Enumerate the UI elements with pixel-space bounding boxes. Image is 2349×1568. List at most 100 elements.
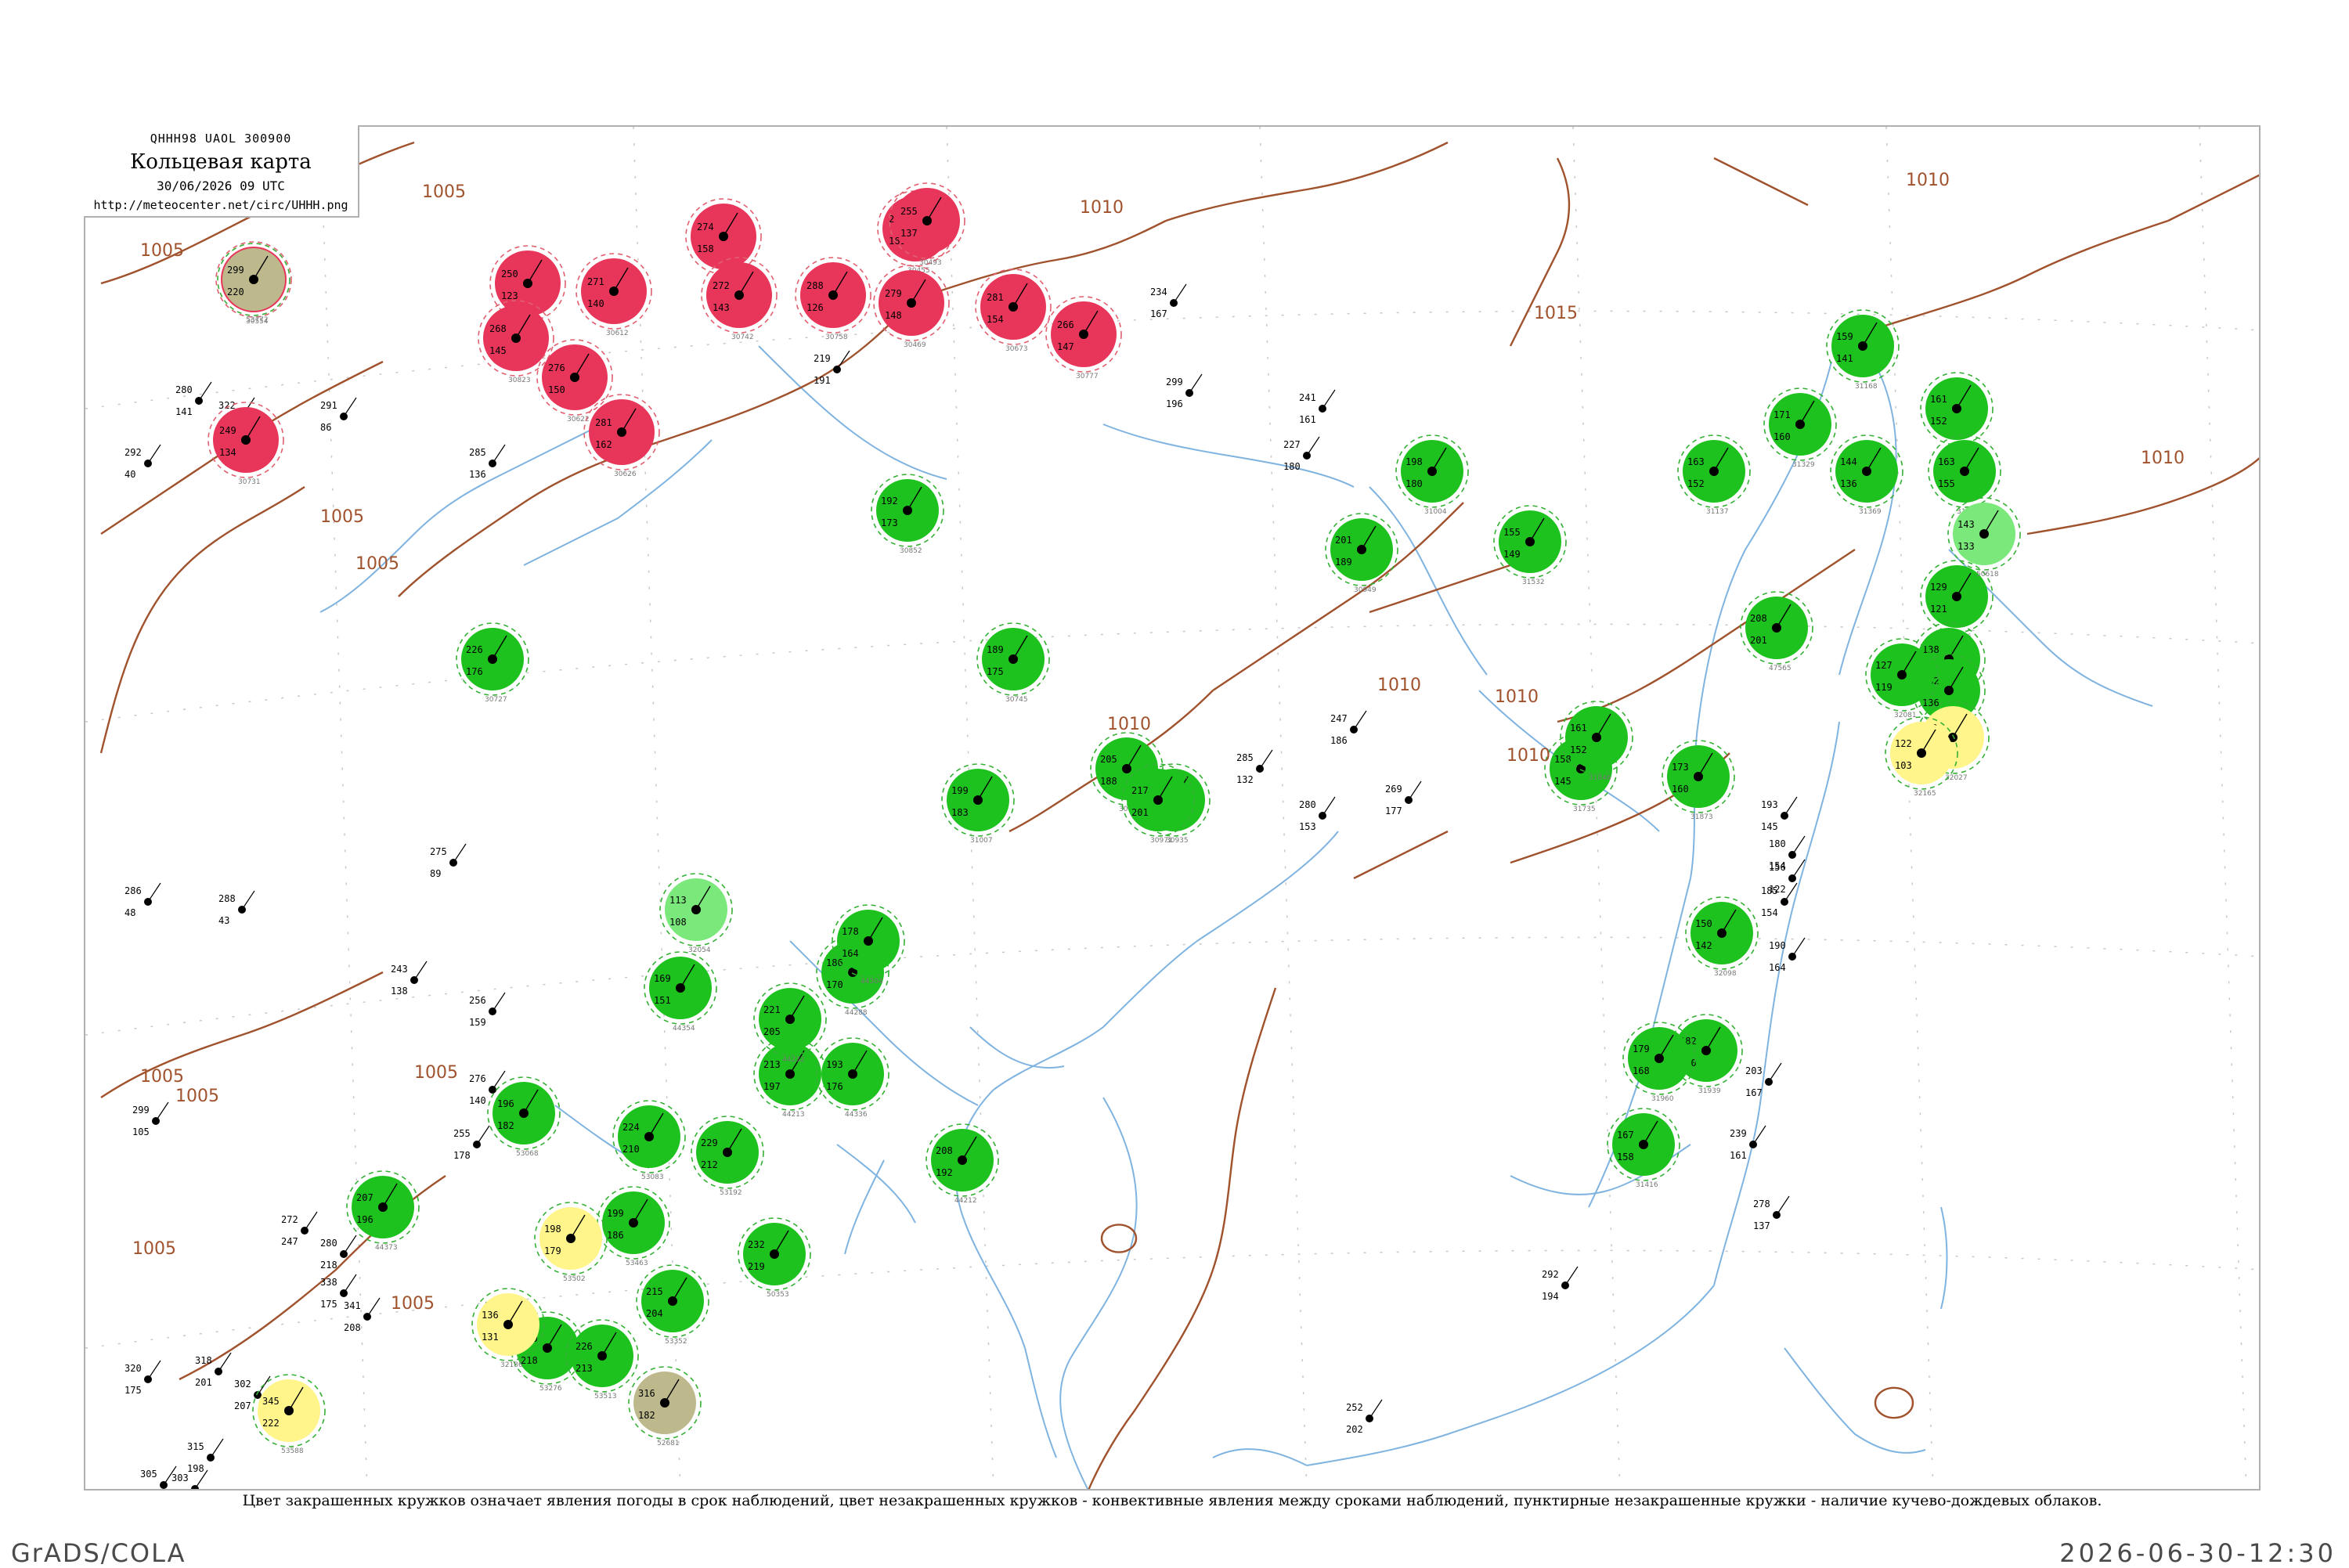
station-temp: 193 (826, 1059, 843, 1070)
station-index: 31939 (1698, 1087, 1721, 1095)
station-dewpoint: 143 (713, 302, 730, 313)
station-temp: 250 (501, 269, 518, 279)
station-dewpoint: 219 (748, 1261, 765, 1272)
station-plot-rain: 201 189 30949 (1325, 513, 1398, 594)
station-temp: 217 (1131, 785, 1149, 796)
station-plot: 241 161 (1299, 389, 1336, 425)
station-dewpoint: 207 (234, 1400, 251, 1411)
station-temp: 203 (1745, 1065, 1763, 1076)
station-temp: 281 (595, 417, 612, 428)
coastline-segment (1306, 1285, 1715, 1466)
plain-station-plots: 2801412758925615927614024313826512425517… (124, 283, 1806, 1489)
station-temp: 173 (1672, 762, 1689, 773)
station-dewpoint: 89 (430, 868, 441, 879)
station-dewpoint: 108 (669, 917, 687, 928)
station-dewpoint: 173 (881, 517, 898, 528)
isobar-label: 1010 (1506, 746, 1550, 766)
station-dewpoint: 168 (1633, 1065, 1650, 1076)
map-canvas: 2801412758925615927614024313826512425517… (85, 127, 2259, 1489)
station-temp: 198 (1405, 456, 1423, 467)
bulletin-code: QHHH98 UAOL 300900 (150, 132, 292, 146)
station-plot: 269 177 (1385, 780, 1422, 816)
station-dewpoint: 186 (607, 1230, 624, 1241)
station-dewpoint: 213 (576, 1363, 593, 1374)
station-plot: 286 48 (124, 882, 161, 918)
render-timestamp: 2026-06-30-12:30 (2059, 1538, 2336, 1568)
station-plot-rain: 198 180 31004 (1395, 434, 1469, 516)
station-dewpoint: 201 (1750, 635, 1767, 646)
station-dewpoint: 103 (1895, 760, 1912, 771)
station-index: 53192 (720, 1189, 742, 1197)
station-plot: 292 194 (1542, 1266, 1579, 1302)
wind-barb (492, 992, 506, 1012)
station-dewpoint: 105 (132, 1126, 150, 1137)
isobar-label: 1005 (355, 554, 399, 574)
station-temp: 274 (697, 222, 714, 232)
wind-barb (1322, 796, 1336, 816)
station-temp: 226 (576, 1341, 593, 1352)
station-plot: 299 105 (132, 1101, 169, 1137)
station-temp: 144 (1840, 456, 1857, 467)
station-temp: 178 (842, 926, 859, 937)
station-plot: 193 145 (1761, 796, 1798, 832)
station-plot-rain: 196 182 53068 (487, 1076, 561, 1158)
station-index: 31007 (970, 837, 993, 845)
station-dewpoint: 160 (1672, 784, 1689, 795)
coastline-segment (969, 1026, 1065, 1069)
station-temp: 201 (1335, 535, 1352, 546)
station-plot-thunderstorm: 249 134 30731 (207, 402, 284, 486)
station-dewpoint: 197 (763, 1081, 781, 1092)
station-temp: 302 (234, 1379, 251, 1390)
station-temp: 276 (548, 362, 565, 373)
legend-note: Цвет закрашенных кружков означает явлени… (242, 1492, 2102, 1509)
station-temp: 171 (1773, 409, 1791, 420)
station-temp: 318 (195, 1355, 212, 1366)
wind-barb (413, 961, 428, 981)
station-plot: 239 161 (1730, 1125, 1766, 1161)
station-temp: 288 (218, 893, 236, 904)
station-temp: 198 (544, 1224, 561, 1235)
station-index: 30731 (238, 478, 261, 486)
station-plot: 219 191 (814, 350, 850, 386)
station-dewpoint: 196 (356, 1214, 373, 1225)
station-plot: 180 154 (1769, 835, 1806, 871)
station-dewpoint: 164 (1769, 962, 1786, 973)
isobar-label: 1010 (1080, 198, 1124, 218)
station-temp: 136 (482, 1310, 499, 1321)
isobar-line (1211, 987, 1277, 1271)
station-temp: 266 (1057, 319, 1074, 330)
station-dewpoint: 86 (320, 422, 331, 433)
station-plot: 252 202 (1346, 1399, 1383, 1435)
station-plot-rain: 215 204 53352 (636, 1264, 709, 1346)
station-index: 30949 (1354, 586, 1377, 594)
wind-barb (1792, 835, 1806, 856)
isobar-label: 1005 (140, 1067, 184, 1087)
station-dewpoint: 183 (951, 807, 969, 818)
wind-barb (1259, 749, 1273, 770)
station-plot-rain: 207 196 44373 (346, 1170, 420, 1252)
station-dewpoint: 160 (1773, 431, 1791, 442)
station-temp: 185 (1761, 885, 1778, 896)
station-index: 31329 (1792, 461, 1815, 469)
station-plot-rain: 173 160 31873 (1662, 740, 1735, 821)
station-index: 50353 (767, 1291, 789, 1299)
station-index: 31873 (1690, 813, 1713, 821)
station-temp: 167 (1617, 1130, 1634, 1141)
station-index: 30852 (900, 547, 922, 555)
station-plot-rain: 208 192 44212 (926, 1123, 999, 1205)
station-dewpoint: 192 (936, 1167, 953, 1178)
station-index: 30742 (731, 333, 754, 341)
grads-credit: GrADS/COLA (11, 1538, 186, 1568)
station-temp: 161 (1570, 723, 1587, 734)
station-temp: 280 (175, 384, 193, 395)
station-dewpoint: 182 (497, 1120, 514, 1131)
wind-barb (1189, 373, 1203, 394)
station-dewpoint: 201 (1131, 807, 1149, 818)
station-plot: 227 180 (1283, 436, 1320, 472)
station-dewpoint: 43 (218, 915, 229, 926)
station-dewpoint: 159 (469, 1017, 486, 1028)
station-plot-thunderstorm: 266 147 30777 (1045, 296, 1122, 380)
station-dewpoint: 189 (1335, 557, 1352, 568)
station-temp: 113 (669, 895, 687, 906)
station-plot: 243 138 (391, 961, 428, 997)
